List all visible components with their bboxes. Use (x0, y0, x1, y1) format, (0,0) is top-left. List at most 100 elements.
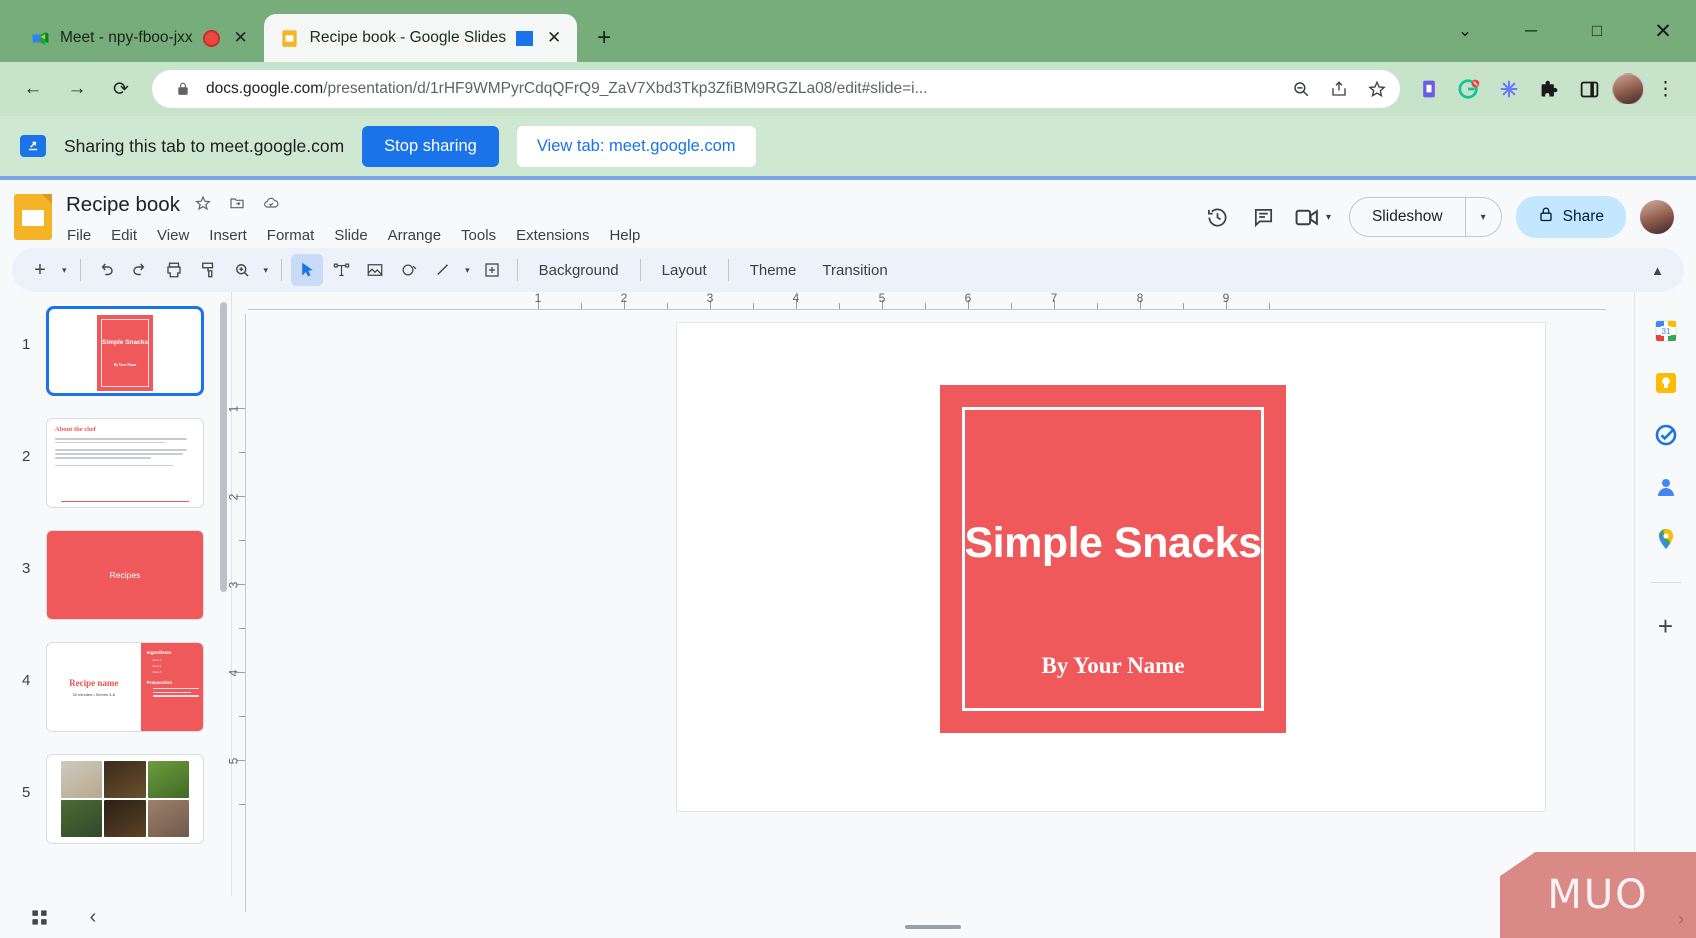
select-cursor-icon[interactable] (291, 254, 323, 286)
toolbar-divider (728, 259, 729, 281)
back-button[interactable]: ← (14, 70, 52, 108)
filmstrip-scrollbar[interactable] (220, 302, 227, 592)
google-calendar-icon[interactable]: 31 (1653, 318, 1679, 344)
view-tab-button[interactable]: View tab: meet.google.com (517, 126, 756, 167)
star-icon[interactable] (192, 195, 214, 216)
browser-profile-avatar[interactable] (1612, 73, 1644, 105)
layout-button[interactable]: Layout (650, 256, 719, 285)
menu-file[interactable]: File (58, 223, 100, 248)
docusign-extension-icon[interactable] (1412, 72, 1446, 106)
slide-thumbnail[interactable]: About the chef (46, 418, 204, 508)
share-icon[interactable] (1324, 74, 1354, 104)
menu-insert[interactable]: Insert (200, 223, 256, 248)
insert-image-icon[interactable] (359, 254, 391, 286)
slide-title-text[interactable]: Simple Snacks (940, 519, 1286, 568)
slide-author-text[interactable]: By Your Name (940, 653, 1286, 679)
history-clock-icon[interactable] (1197, 196, 1239, 238)
browser-menu-button[interactable]: ⋮ (1650, 78, 1682, 101)
menu-format[interactable]: Format (258, 223, 324, 248)
slide-filmstrip[interactable]: 1 Simple Snacks By Your Name 2 About the… (0, 292, 232, 938)
theme-button[interactable]: Theme (738, 256, 809, 285)
print-icon[interactable] (158, 254, 190, 286)
share-button[interactable]: Share (1516, 196, 1626, 238)
document-title[interactable]: Recipe book (66, 193, 180, 217)
background-button[interactable]: Background (527, 256, 631, 285)
stop-sharing-button[interactable]: Stop sharing (362, 126, 499, 167)
menu-tools[interactable]: Tools (452, 223, 505, 248)
chevron-down-icon[interactable]: ⌄ (1432, 0, 1498, 62)
zoom-out-icon[interactable] (1286, 74, 1316, 104)
insert-table-icon[interactable] (476, 254, 508, 286)
google-slides-logo-icon[interactable] (14, 194, 52, 240)
add-ons-plus-icon[interactable]: + (1653, 613, 1679, 639)
thumb-recipe-subtitle: 30 minutes • Serves 4-6 (73, 692, 116, 697)
paint-format-icon[interactable] (192, 254, 224, 286)
title-card-shape[interactable]: Simple Snacks By Your Name (940, 385, 1286, 733)
line-dropdown-icon[interactable]: ▾ (461, 265, 474, 276)
new-slide-button[interactable]: + (24, 254, 56, 286)
slide-thumbnail[interactable]: Simple Snacks By Your Name (46, 306, 204, 396)
slideshow-dropdown-icon[interactable]: ▾ (1465, 198, 1501, 236)
undo-icon[interactable] (90, 254, 122, 286)
tab-close-button[interactable]: ✕ (230, 27, 252, 49)
window-maximize-button[interactable]: □ (1564, 0, 1630, 62)
video-camera-icon[interactable]: ▾ (1289, 196, 1337, 238)
google-keep-icon[interactable] (1653, 370, 1679, 396)
google-maps-icon[interactable] (1653, 526, 1679, 552)
collapse-filmstrip-button[interactable]: ‹ (80, 904, 106, 930)
google-tasks-icon[interactable] (1653, 422, 1679, 448)
filmstrip-slide-1[interactable]: 1 Simple Snacks By Your Name (0, 306, 231, 396)
line-icon[interactable] (427, 254, 459, 286)
ruler-label: 1 (535, 291, 542, 305)
zoom-dropdown-icon[interactable]: ▾ (260, 265, 273, 276)
slide-thumbnail[interactable]: Recipes (46, 530, 204, 620)
grid-view-icon[interactable] (26, 904, 52, 930)
slide-thumbnail[interactable] (46, 754, 204, 844)
transition-button[interactable]: Transition (810, 256, 899, 285)
filmstrip-slide-4[interactable]: 4 Recipe name 30 minutes • Serves 4-6 In… (0, 642, 231, 732)
reload-button[interactable]: ⟳ (102, 70, 140, 108)
zoom-icon[interactable] (226, 254, 258, 286)
comment-icon[interactable] (1243, 196, 1285, 238)
puzzle-extensions-icon[interactable] (1532, 72, 1566, 106)
collapse-toolbar-button[interactable]: ▲ (1651, 263, 1672, 278)
move-to-folder-icon[interactable] (226, 195, 248, 216)
filmstrip-slide-5[interactable]: 5 (0, 754, 231, 844)
forward-button[interactable]: → (58, 70, 96, 108)
text-box-icon[interactable] (325, 254, 357, 286)
menu-slide[interactable]: Slide (325, 223, 376, 248)
browser-tab-meet[interactable]: Meet - npy-fboo-jxx ✕ (14, 14, 264, 62)
tab-close-button[interactable]: ✕ (543, 27, 565, 49)
cloud-saved-icon[interactable] (260, 195, 282, 216)
new-tab-button[interactable]: + (587, 21, 621, 55)
menu-view[interactable]: View (148, 223, 198, 248)
bookmark-star-icon[interactable] (1362, 74, 1392, 104)
address-bar[interactable]: docs.google.com/presentation/d/1rHF9WMPy… (152, 70, 1400, 108)
redo-icon[interactable] (124, 254, 156, 286)
user-avatar[interactable] (1640, 200, 1674, 234)
menu-extensions[interactable]: Extensions (507, 223, 598, 248)
shape-icon[interactable] (393, 254, 425, 286)
asterisk-extension-icon[interactable] (1492, 72, 1526, 106)
grammarly-extension-icon[interactable] (1452, 72, 1486, 106)
filmstrip-slide-2[interactable]: 2 About the chef (0, 418, 231, 508)
thumb-accent-rule (61, 501, 189, 502)
ruler-label: 8 (1137, 291, 1144, 305)
window-close-button[interactable]: ✕ (1630, 0, 1696, 62)
slide-canvas[interactable]: Simple Snacks By Your Name (676, 322, 1546, 812)
browser-tab-slides[interactable]: Recipe book - Google Slides ✕ (264, 14, 577, 62)
menu-help[interactable]: Help (600, 223, 649, 248)
google-contacts-icon[interactable] (1653, 474, 1679, 500)
slide-thumbnail[interactable]: Recipe name 30 minutes • Serves 4-6 Ingr… (46, 642, 204, 732)
canvas-horizontal-scrollbar[interactable] (905, 925, 961, 929)
slideshow-button[interactable]: Slideshow (1350, 208, 1465, 226)
side-panel-icon[interactable] (1572, 72, 1606, 106)
menu-edit[interactable]: Edit (102, 223, 146, 248)
menu-arrange[interactable]: Arrange (379, 223, 450, 248)
filmstrip-slide-3[interactable]: 3 Recipes (0, 530, 231, 620)
thumb-card-border (101, 319, 149, 387)
window-minimize-button[interactable]: ─ (1498, 0, 1564, 62)
chevron-down-icon[interactable]: ▾ (1326, 212, 1331, 223)
thumb-text-line (55, 465, 173, 467)
new-slide-dropdown-icon[interactable]: ▾ (58, 265, 71, 276)
